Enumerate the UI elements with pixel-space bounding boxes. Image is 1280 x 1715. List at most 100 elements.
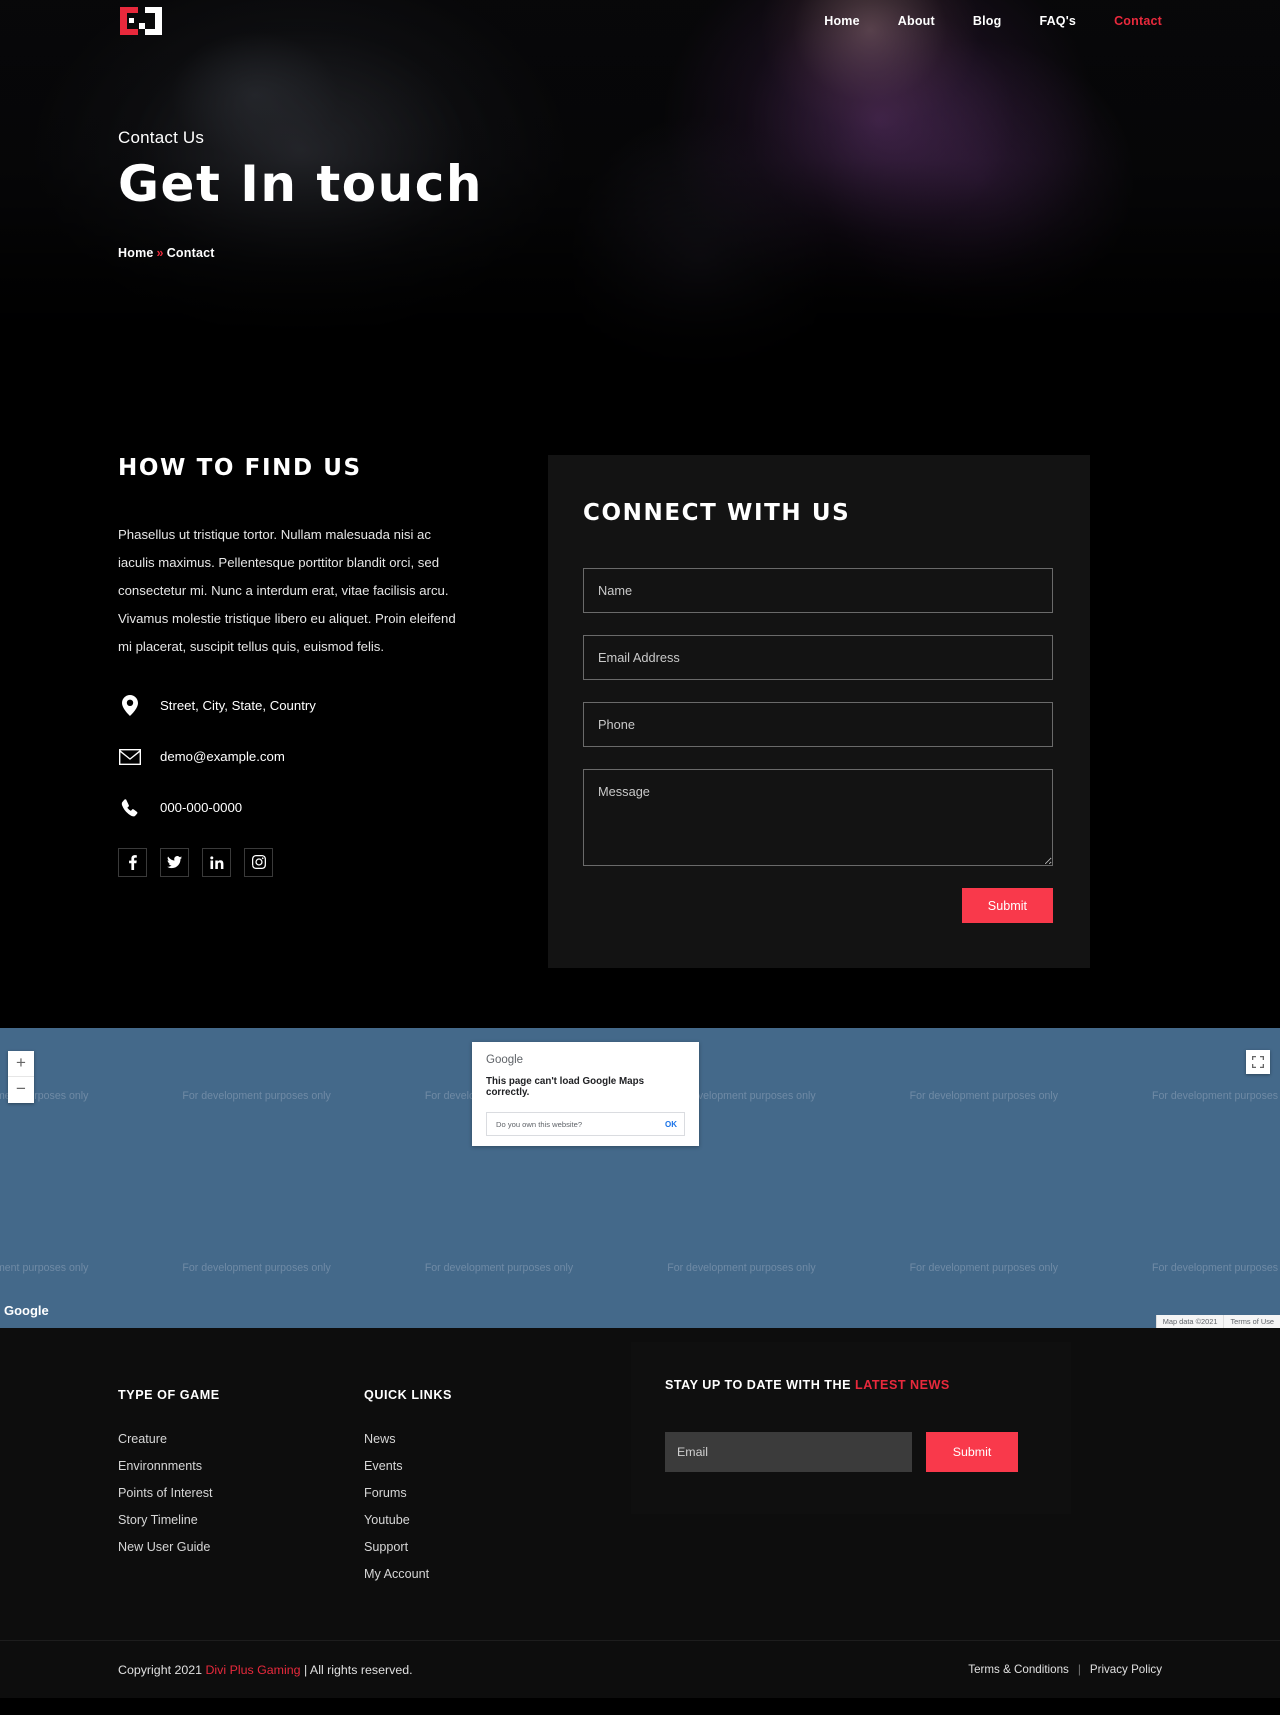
dialog-google-brand: Google (486, 1054, 524, 1066)
footer-bottom-bar: Copyright 2021 Divi Plus Gaming | All ri… (0, 1640, 1280, 1698)
email-input[interactable] (583, 635, 1053, 680)
linkedin-icon (209, 856, 223, 869)
contact-submit-button[interactable]: Submit (961, 888, 1053, 923)
footer-columns: TYPE OF GAME Creature Environnments Poin… (0, 1342, 1280, 1594)
breadcrumb: Home» Contact (118, 246, 1280, 260)
footer-column-quick-links: QUICK LINKS News Events Forums Youtube S… (364, 1388, 610, 1594)
map-watermark: For development purposes only (667, 1262, 816, 1274)
phone-text: 000-000-0000 (160, 800, 243, 816)
terms-and-conditions-link[interactable]: Terms & Conditions (968, 1663, 1069, 1676)
how-to-find-us-paragraph: Phasellus ut tristique tortor. Nullam ma… (118, 527, 456, 654)
breadcrumb-home[interactable]: Home (118, 246, 154, 260)
social-link-facebook[interactable] (118, 847, 147, 877)
dialog-ok-button[interactable]: OK (665, 1120, 677, 1129)
copyright-text: Copyright 2021 Divi Plus Gaming | All ri… (118, 1663, 413, 1677)
breadcrumb-current: Contact (166, 246, 215, 260)
map-zoom-controls[interactable]: + − (8, 1051, 34, 1103)
dialog-error-message: This page can't load Google Maps correct… (486, 1076, 645, 1098)
facebook-icon (128, 855, 137, 870)
how-to-find-us-title: HOW TO FIND US (118, 455, 362, 481)
footer-link-forums[interactable]: Forums (364, 1486, 610, 1500)
message-textarea[interactable] (583, 769, 1053, 866)
newsletter-box: STAY UP TO DATE WITH THE LATEST NEWS Sub… (631, 1342, 1071, 1514)
map-watermark: For development purposes only (182, 1262, 331, 1274)
map-fullscreen-button[interactable] (1246, 1050, 1270, 1074)
copyright-suffix: | All rights reserved. (300, 1662, 413, 1677)
nav-item-faqs[interactable]: FAQ's (1039, 14, 1076, 28)
map-watermark: For development purposes only (909, 1090, 1059, 1102)
contact-info-phone[interactable]: 000-000-0000 (118, 797, 518, 819)
footer-link-new-user-guide[interactable]: New User Guide (118, 1540, 364, 1554)
map-watermark: For development purposes only (909, 1262, 1059, 1274)
newsletter-title: STAY UP TO DATE WITH THE LATEST NEWS (665, 1378, 1037, 1392)
footer-link-points-of-interest[interactable]: Points of Interest (118, 1486, 364, 1500)
privacy-policy-link[interactable]: Privacy Policy (1090, 1663, 1162, 1676)
contact-section: HOW TO FIND US Phasellus ut tristique to… (0, 400, 1280, 1028)
nav-item-blog[interactable]: Blog (973, 14, 1002, 28)
phone-input[interactable] (583, 702, 1053, 747)
map-watermark: For development purposes only (1152, 1262, 1280, 1274)
google-maps-error-dialog: Google This page can't load Google Maps … (472, 1042, 699, 1146)
footer-link-story-timeline[interactable]: Story Timeline (118, 1513, 364, 1527)
map-pin-icon (118, 695, 142, 717)
google-map[interactable]: For development purposes only For develo… (0, 1028, 1280, 1328)
footer-link-support[interactable]: Support (364, 1540, 610, 1554)
copyright-prefix: Copyright 2021 (118, 1662, 206, 1677)
map-zoom-out-button[interactable]: − (8, 1077, 34, 1103)
newsletter-email-input[interactable] (665, 1432, 912, 1472)
hero-eyebrow: Contact Us (118, 128, 205, 147)
name-input[interactable] (583, 568, 1053, 613)
footer-link-youtube[interactable]: Youtube (364, 1513, 610, 1527)
main-navigation[interactable]: Home About Blog FAQ's Contact (824, 14, 1162, 28)
map-watermark: For development purposes only (182, 1090, 331, 1102)
map-watermark: For development purposes only (1152, 1090, 1280, 1102)
copyright-brand-link[interactable]: Divi Plus Gaming (205, 1663, 300, 1677)
footer-link-creature[interactable]: Creature (118, 1432, 364, 1446)
contact-info-email[interactable]: demo@example.com (118, 746, 518, 768)
address-text: Street, City, State, Country (160, 698, 316, 714)
phone-icon (118, 799, 142, 817)
newsletter-submit-button[interactable]: Submit (926, 1432, 1018, 1472)
site-footer: TYPE OF GAME Creature Environnments Poin… (0, 1328, 1280, 1698)
dialog-actions: Do you own this website? OK (486, 1112, 685, 1136)
social-link-linkedin[interactable] (202, 847, 231, 877)
footer-column-title: TYPE OF GAME (118, 1388, 220, 1402)
contact-form: Submit (583, 568, 1055, 923)
footer-column-type-of-game: TYPE OF GAME Creature Environnments Poin… (118, 1388, 364, 1567)
footer-link-news[interactable]: News (364, 1432, 610, 1446)
nav-item-contact[interactable]: Contact (1114, 14, 1162, 28)
nav-item-home[interactable]: Home (824, 14, 860, 28)
site-logo[interactable] (118, 4, 164, 38)
envelope-icon (118, 748, 142, 765)
contact-info-list: Street, City, State, Country demo@exampl… (118, 695, 518, 819)
submit-row: Submit (583, 888, 1053, 923)
footer-link-my-account[interactable]: My Account (364, 1567, 610, 1581)
footer-link-environnments[interactable]: Environnments (118, 1459, 364, 1473)
page-title: Get In touch (118, 155, 483, 213)
map-credits: Map data ©2021 Terms of Use (1155, 1315, 1280, 1328)
map-zoom-in-button[interactable]: + (8, 1051, 34, 1077)
gd-bracket-logo-icon (120, 7, 162, 35)
map-terms-link[interactable]: Terms of Use (1223, 1315, 1280, 1328)
map-watermark: For development purposes only (424, 1262, 574, 1274)
social-links (118, 847, 518, 877)
fullscreen-icon (1252, 1056, 1264, 1068)
connect-with-us-title: CONNECT WITH US (583, 500, 851, 526)
social-link-instagram[interactable] (244, 847, 273, 877)
hero-section: Home About Blog FAQ's Contact Contact Us… (0, 0, 1280, 400)
newsletter-form: Submit (665, 1432, 1037, 1472)
newsletter-title-highlight: LATEST NEWS (855, 1378, 950, 1392)
map-watermark-row: For development purposes only For develo… (0, 1262, 1280, 1274)
breadcrumb-separator: » (156, 246, 164, 260)
newsletter-title-plain: STAY UP TO DATE WITH THE (665, 1378, 855, 1392)
footer-column-title: QUICK LINKS (364, 1388, 452, 1402)
email-text: demo@example.com (160, 749, 285, 765)
social-link-twitter[interactable] (160, 847, 189, 877)
map-watermark: For development purposes only (0, 1262, 89, 1274)
site-header: Home About Blog FAQ's Contact (0, 0, 1280, 42)
connect-with-us-panel: CONNECT WITH US Submit (548, 455, 1090, 968)
footer-link-events[interactable]: Events (364, 1459, 610, 1473)
footer-legal-links: Terms & Conditions | Privacy Policy (968, 1663, 1162, 1676)
instagram-icon (251, 855, 266, 870)
nav-item-about[interactable]: About (898, 14, 935, 28)
